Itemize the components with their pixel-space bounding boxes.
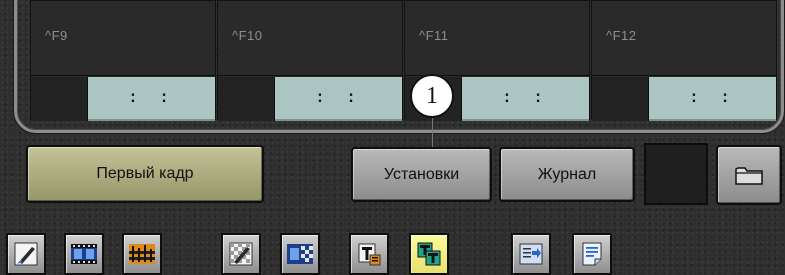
tool-notes[interactable] (572, 233, 612, 275)
macro-slot-f9[interactable]: ^F9 : : (30, 0, 216, 121)
slot-name: ^F10 (232, 28, 263, 43)
macro-slot-f10[interactable]: ^F10 : : (217, 0, 403, 121)
tool-title[interactable] (349, 233, 389, 275)
macro-slot-f12[interactable]: ^F12 : : (591, 0, 777, 121)
slot-timecode: : : (275, 77, 402, 121)
slot-timecode: : : (462, 77, 589, 121)
tool-title-double[interactable] (409, 233, 449, 275)
empty-indicator-box (644, 143, 708, 205)
slot-timecode: : : (88, 77, 215, 121)
tool-audio[interactable] (122, 233, 162, 275)
callout-marker: 1 (410, 74, 454, 118)
export-icon (519, 243, 543, 265)
tool-film-transparent[interactable] (280, 233, 320, 275)
text-title-icon (358, 243, 381, 266)
tool-brush-transparent[interactable] (221, 233, 261, 275)
brush-icon (14, 242, 38, 266)
tool-film[interactable] (64, 233, 104, 275)
notes-icon (582, 242, 602, 266)
folder-icon (735, 167, 763, 185)
slot-timecode: : : (649, 77, 776, 121)
slot-name: ^F9 (45, 28, 68, 43)
audio-track-icon (129, 244, 155, 264)
tool-brush[interactable] (6, 233, 46, 275)
slot-name: ^F11 (419, 28, 449, 43)
journal-button[interactable]: Журнал (499, 147, 635, 202)
first-frame-button[interactable]: Первый кадр (26, 145, 264, 203)
brush-checker-icon (229, 242, 253, 266)
settings-button[interactable]: Установки (351, 147, 492, 202)
film-strip-icon (71, 244, 97, 264)
slot-indicator (218, 77, 275, 121)
slot-indicator (31, 77, 88, 121)
text-title-double-icon (417, 242, 441, 266)
slot-indicator (592, 77, 649, 121)
film-checker-icon (287, 244, 313, 264)
open-folder-button[interactable] (716, 145, 782, 205)
tool-export[interactable] (511, 233, 551, 275)
slot-name: ^F12 (606, 28, 637, 43)
